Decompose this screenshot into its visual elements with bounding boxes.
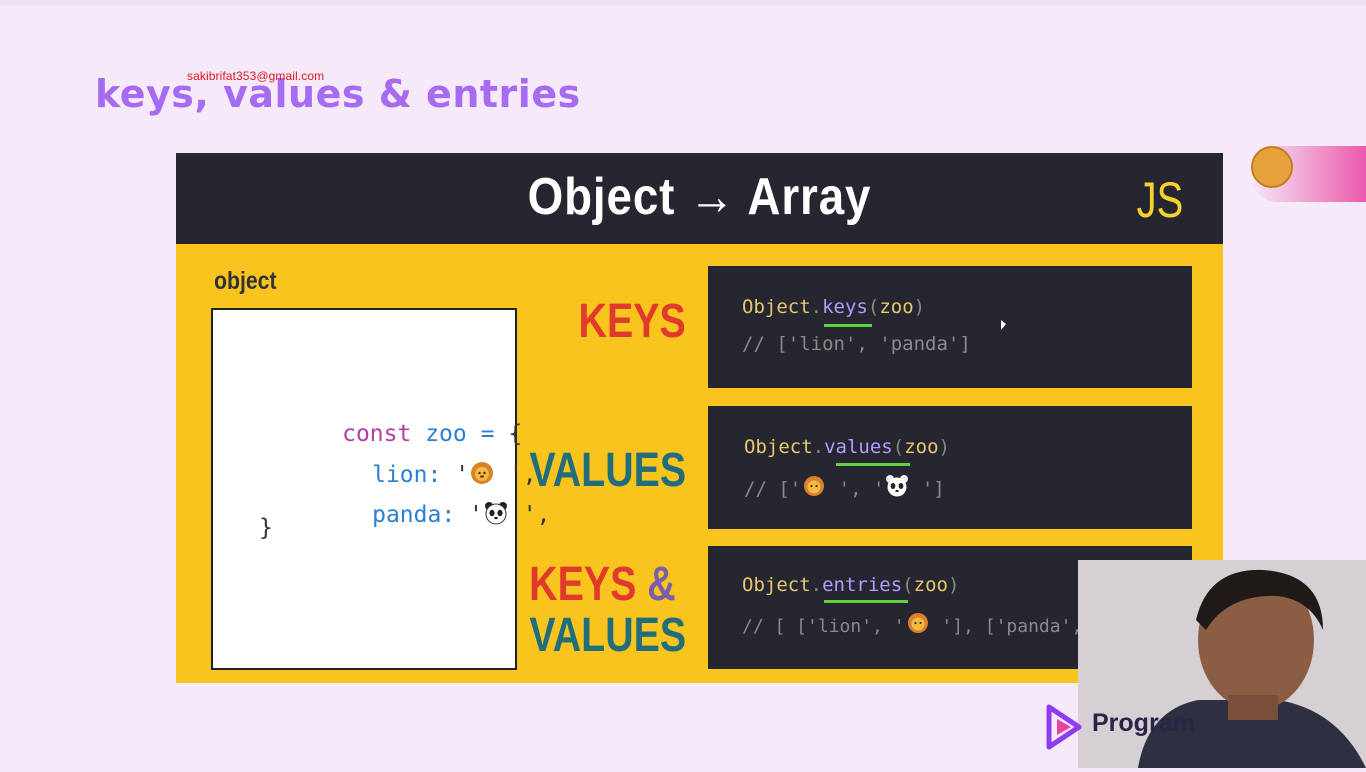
entries-result-prefix: // [ ['lion', ' <box>742 616 905 637</box>
keys-code-call: Object.keys(zoo) <box>742 296 926 318</box>
values-code-call: Object.values(zoo) <box>744 436 950 458</box>
values-underline <box>836 463 910 466</box>
code-line-4: } <box>259 515 273 541</box>
top-bar <box>0 0 1366 6</box>
cursor-icon <box>1001 320 1006 330</box>
values-label: VALUES <box>529 444 686 497</box>
values-result-prefix: // [' <box>744 478 802 500</box>
slide-header-title: Object → Array <box>527 168 872 226</box>
panda-emoji-icon <box>484 502 507 525</box>
object-label: object <box>214 267 277 295</box>
lion-emoji-icon <box>907 613 928 633</box>
entries-underline <box>824 600 908 603</box>
entries-label-keys: KEYS & <box>529 559 676 611</box>
brand-name: Program <box>1092 709 1195 737</box>
brand-logo-icon <box>1046 704 1082 750</box>
panda-emoji-icon <box>886 475 909 497</box>
values-code-panel: Object.values(zoo) // [' ', ' '] <box>708 406 1192 529</box>
cookie-meteor-icon <box>1251 146 1293 188</box>
slide-title: keys, values & entries <box>95 72 581 116</box>
code-quote-comma: ', <box>508 502 551 528</box>
values-code-result: // [' ', ' '] <box>744 474 945 500</box>
entries-label-amp: & <box>647 558 676 611</box>
entries-label-values: VALUES <box>529 609 686 662</box>
code-key-panda: panda: <box>372 502 456 528</box>
js-badge: JS <box>1136 172 1183 228</box>
slide-card: Object → Array JS object const zoo = { l… <box>176 153 1223 683</box>
watermark-email: sakibrifat353@gmail.com <box>187 69 325 83</box>
entries-label-keys-text: KEYS <box>529 558 637 611</box>
code-quote: ' <box>455 502 483 528</box>
object-code-box: const zoo = { lion: ' ', panda: ' ', } <box>211 308 550 670</box>
values-result-suffix: '] <box>910 478 945 500</box>
slide-header: Object → Array JS <box>176 153 1223 244</box>
keys-code-result: // ['lion', 'panda'] <box>742 333 971 355</box>
entries-code-call: Object.entries(zoo) <box>742 574 960 596</box>
lion-emoji-icon <box>804 476 825 496</box>
keys-label: KEYS <box>578 295 686 348</box>
values-result-mid: ', ' <box>827 478 885 500</box>
code-line-3: panda: ' ', <box>289 475 550 554</box>
keys-underline <box>824 324 872 327</box>
keys-code-panel: Object.keys(zoo) // ['lion', 'panda'] <box>708 266 1192 388</box>
